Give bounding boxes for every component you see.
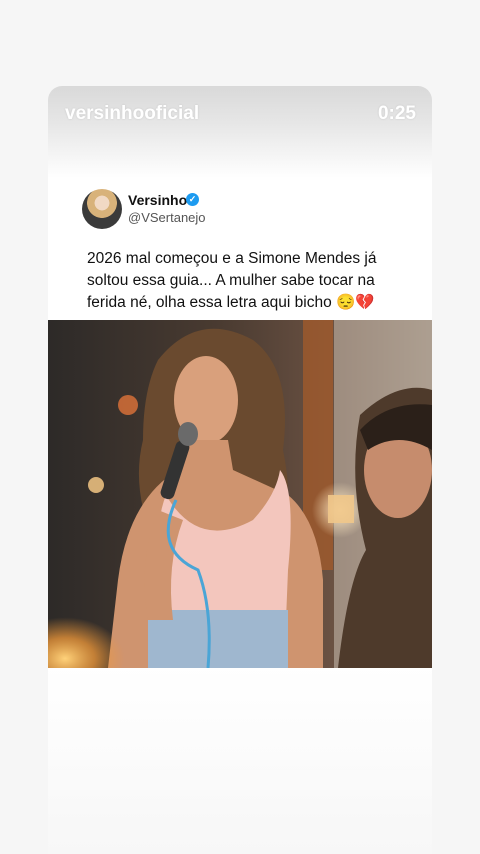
card-bottom-area [48, 664, 432, 854]
story-card[interactable]: versinhooficial 0:25 Versinho ✓ @VSertan… [48, 86, 432, 854]
story-timer: 0:25 [377, 103, 416, 124]
video-frame [48, 320, 432, 668]
story-account-name[interactable]: versinhooficial [65, 103, 199, 125]
profile-avatar[interactable] [82, 189, 122, 229]
video-player[interactable] [48, 320, 432, 668]
story-header [48, 86, 432, 178]
verified-badge-icon: ✓ [186, 193, 199, 206]
post-handle[interactable]: @VSertanejo [128, 210, 206, 225]
post-text: 2026 mal começou e a Simone Mendes já so… [87, 250, 377, 311]
post-display-name[interactable]: Versinho [128, 192, 187, 208]
